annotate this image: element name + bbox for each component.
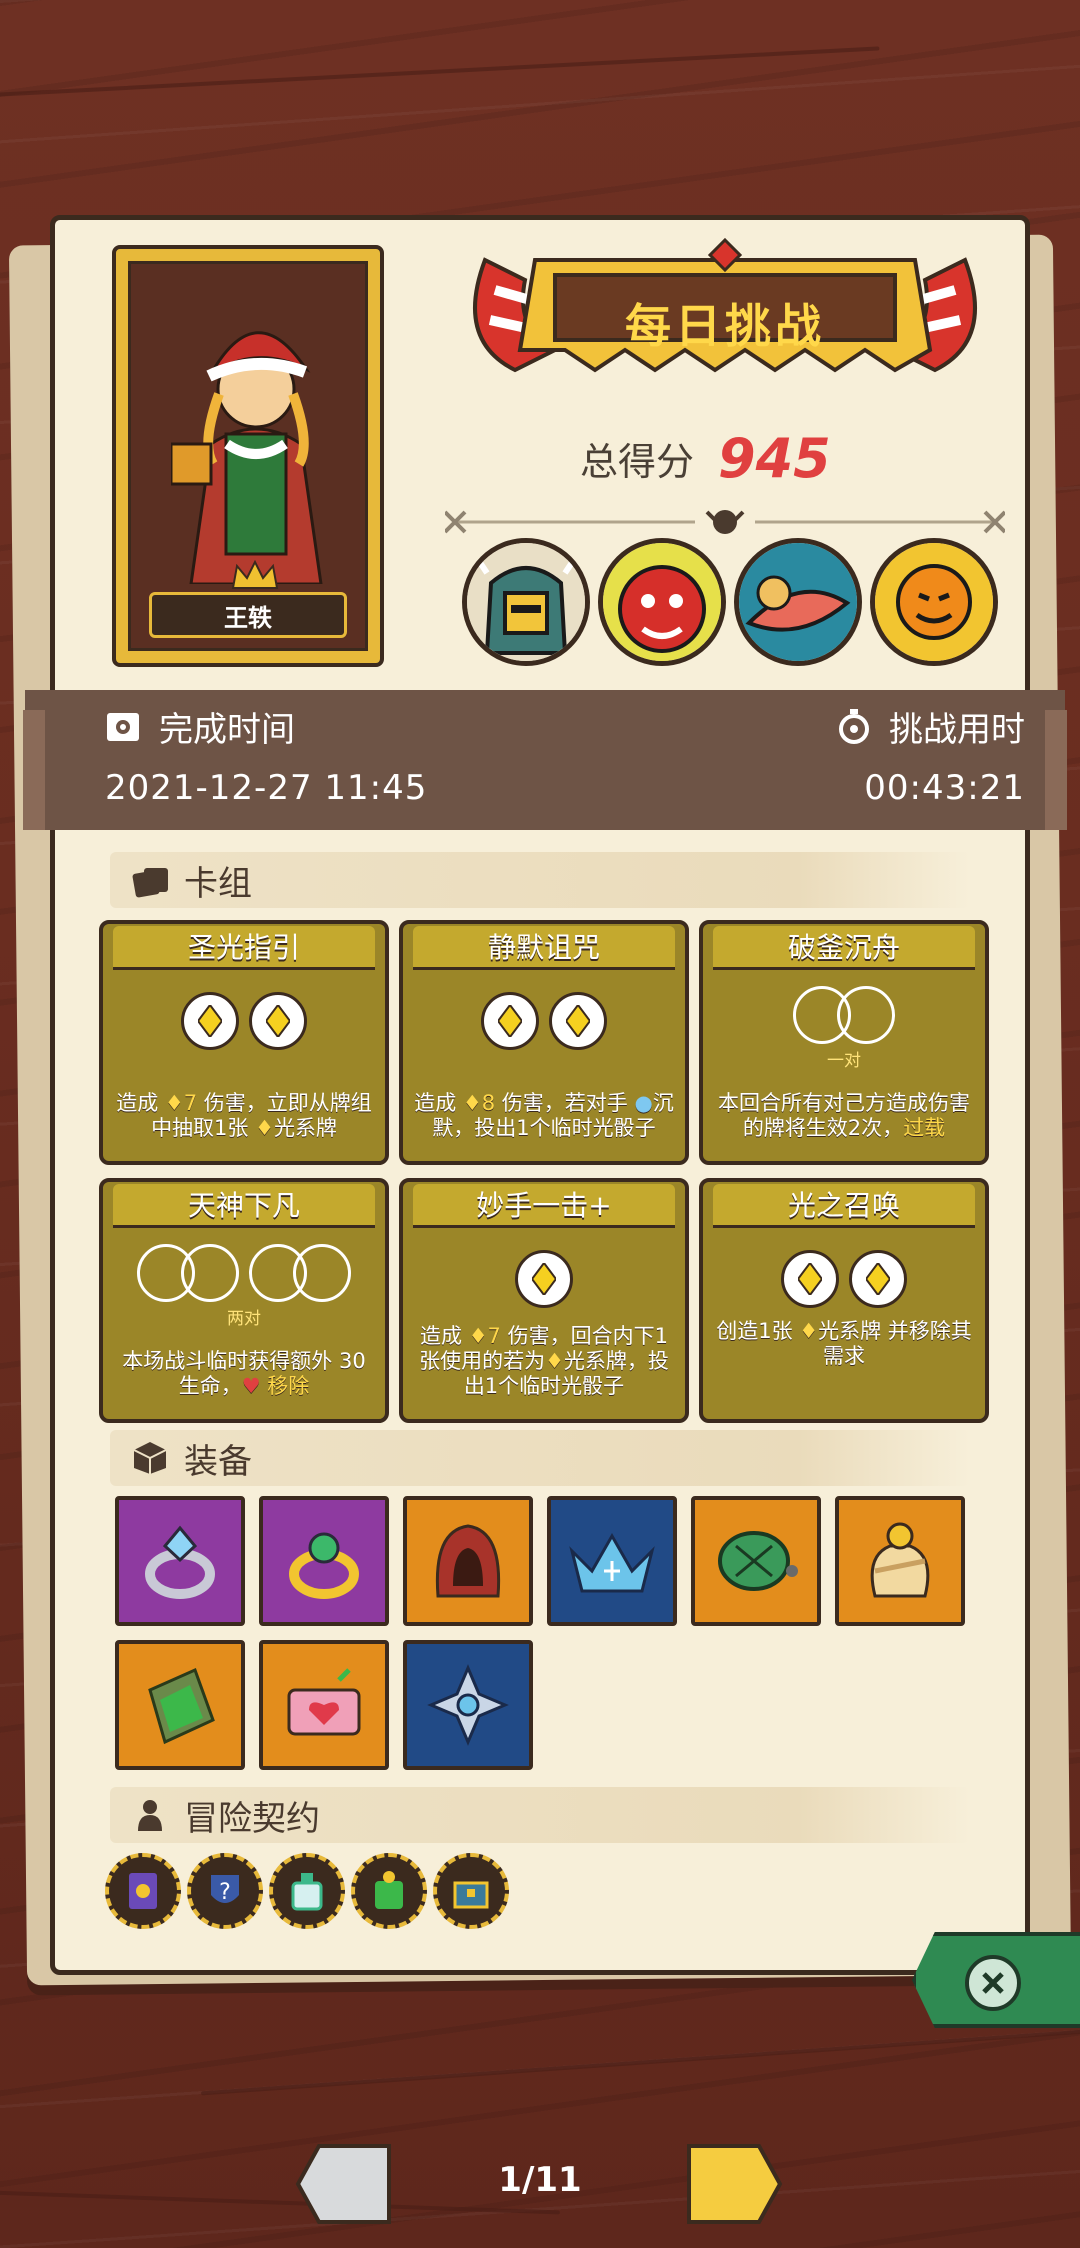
card-name: 妙手一击+ [413, 1184, 675, 1228]
close-icon [982, 1972, 1004, 1994]
question-shield-icon[interactable]: ? [187, 1853, 263, 1929]
knight-helmet-boss-icon[interactable] [462, 538, 590, 666]
contracts-title: 冒险契约 [184, 1798, 320, 1839]
duration-label-group: 挑战用时 [837, 702, 1025, 751]
cards-icon [132, 868, 168, 898]
card-description: 本场战斗临时获得额外 30 生命，♥ 移除 [122, 1349, 366, 1398]
hero-card[interactable]: 王轶 [112, 245, 384, 667]
next-page-button[interactable] [684, 2142, 784, 2226]
empty-die-slot-icon [293, 1244, 351, 1302]
card-description: 本回合所有对己方造成伤害的牌将生效2次，过载 [718, 1091, 970, 1140]
turtle-shell-icon[interactable] [691, 1496, 821, 1626]
light-die-icon [249, 992, 307, 1050]
deck-card[interactable]: 静默诅咒 造成 ♦8 伤害，若对手 ●沉默，投出1个临时光骰子 [399, 920, 689, 1165]
stopwatch-icon [839, 708, 869, 744]
ornament-divider [445, 510, 1005, 534]
film-icon [107, 712, 139, 741]
completed-time-label-group: 完成时间 [105, 702, 295, 751]
challenge-result-panel: 王轶 每日挑战 总得分 945 完成时间 2021-12-27 11:45 挑战… [23, 215, 1067, 1975]
card-name: 破釜沉舟 [713, 926, 975, 970]
contracts-section-header: 冒险契约 [110, 1787, 970, 1843]
deck-card[interactable]: 光之召唤 创造1张 ♦光系牌 并移除其需求 [699, 1178, 989, 1423]
empty-die-slot-icon [181, 1244, 239, 1302]
hero-figure-icon [171, 331, 323, 584]
hero-name: 王轶 [149, 592, 347, 638]
silver-emblem-icon[interactable] [403, 1640, 533, 1770]
gold-bag-icon[interactable] [835, 1496, 965, 1626]
crown-icon [231, 560, 279, 589]
challenge-title: 每日挑战 [625, 299, 825, 353]
box-icon [133, 1442, 167, 1474]
score-label: 总得分 [580, 440, 695, 484]
ice-crown-icon[interactable] [547, 1496, 677, 1626]
light-die-icon [515, 1250, 573, 1308]
green-jar-icon[interactable] [351, 1853, 427, 1929]
dice-requirement-note: 一对 [827, 1051, 861, 1071]
previous-page-button[interactable] [294, 2142, 394, 2226]
light-die-icon [849, 1250, 907, 1308]
light-die-icon [181, 992, 239, 1050]
fish-boss-icon[interactable] [734, 538, 862, 666]
duration-label: 挑战用时 [889, 710, 1025, 750]
score-value: 945 [718, 427, 831, 490]
card-name: 静默诅咒 [413, 926, 675, 970]
card-name: 圣光指引 [113, 926, 375, 970]
card-description: 造成 ♦7 伤害，立即从牌组中抽取1张 ♦光系牌 [116, 1091, 372, 1140]
moss-stone-icon[interactable] [115, 1640, 245, 1770]
eye-card-icon[interactable] [105, 1853, 181, 1929]
card-dice [403, 992, 685, 1050]
card-description: 造成 ♦8 伤害，若对手 ●沉默，投出1个临时光骰子 [414, 1091, 674, 1140]
time-info-bar: 完成时间 2021-12-27 11:45 挑战用时 00:43:21 [23, 690, 1067, 830]
card-description: 创造1张 ♦光系牌 并移除其需求 [716, 1319, 972, 1368]
treasure-chest-icon[interactable] [433, 1853, 509, 1929]
completed-time-label: 完成时间 [159, 710, 295, 750]
deck-card[interactable]: 妙手一击+ 造成 ♦7 伤害，回合内下1张使用的若为♦光系牌，投出1个临时光骰子 [399, 1178, 689, 1423]
card-dice: 一对 [703, 986, 985, 1071]
card-dice [703, 1250, 985, 1308]
light-die-icon [481, 992, 539, 1050]
completed-time-value: 2021-12-27 11:45 [105, 768, 428, 808]
svg-text:?: ? [219, 1880, 231, 1905]
card-dice [403, 1250, 685, 1308]
diamond-ring-icon[interactable] [115, 1496, 245, 1626]
equipment-section-header: 装备 [110, 1430, 970, 1486]
deck-title: 卡组 [184, 863, 252, 904]
emerald-ring-icon[interactable] [259, 1496, 389, 1626]
close-button[interactable] [965, 1955, 1021, 2011]
empty-die-slot-icon [837, 986, 895, 1044]
score-row: 总得分 945 [580, 427, 831, 490]
boss-list [462, 538, 998, 666]
light-die-icon [781, 1250, 839, 1308]
pumpkin-sun-boss-icon[interactable] [870, 538, 998, 666]
duration-value: 00:43:21 [864, 768, 1025, 808]
equipment-title: 装备 [184, 1441, 252, 1482]
red-demon-boss-icon[interactable] [598, 538, 726, 666]
heart-box-icon[interactable] [259, 1640, 389, 1770]
deck-section-header: 卡组 [110, 852, 970, 908]
card-dice: 两对 [103, 1244, 385, 1329]
card-dice [103, 992, 385, 1050]
hero-portrait: 王轶 [128, 261, 368, 651]
person-icon [138, 1800, 162, 1831]
light-die-icon [549, 992, 607, 1050]
page-indicator: 1/11 [498, 2160, 582, 2200]
card-description: 造成 ♦7 伤害，回合内下1张使用的若为♦光系牌，投出1个临时光骰子 [419, 1324, 669, 1398]
deck-card[interactable]: 天神下凡 两对 本场战斗临时获得额外 30 生命，♥ 移除 [99, 1178, 389, 1423]
deck-card[interactable]: 破釜沉舟 一对 本回合所有对己方造成伤害的牌将生效2次，过载 [699, 920, 989, 1165]
contract-list: ? [105, 1853, 509, 1929]
card-name: 天神下凡 [113, 1184, 375, 1228]
deck-card[interactable]: 圣光指引 造成 ♦7 伤害，立即从牌组中抽取1张 ♦光系牌 [99, 920, 389, 1165]
red-hood-icon[interactable] [403, 1496, 533, 1626]
dice-requirement-note: 两对 [227, 1309, 261, 1329]
card-name: 光之召唤 [713, 1184, 975, 1228]
potion-bottle-icon[interactable] [269, 1853, 345, 1929]
